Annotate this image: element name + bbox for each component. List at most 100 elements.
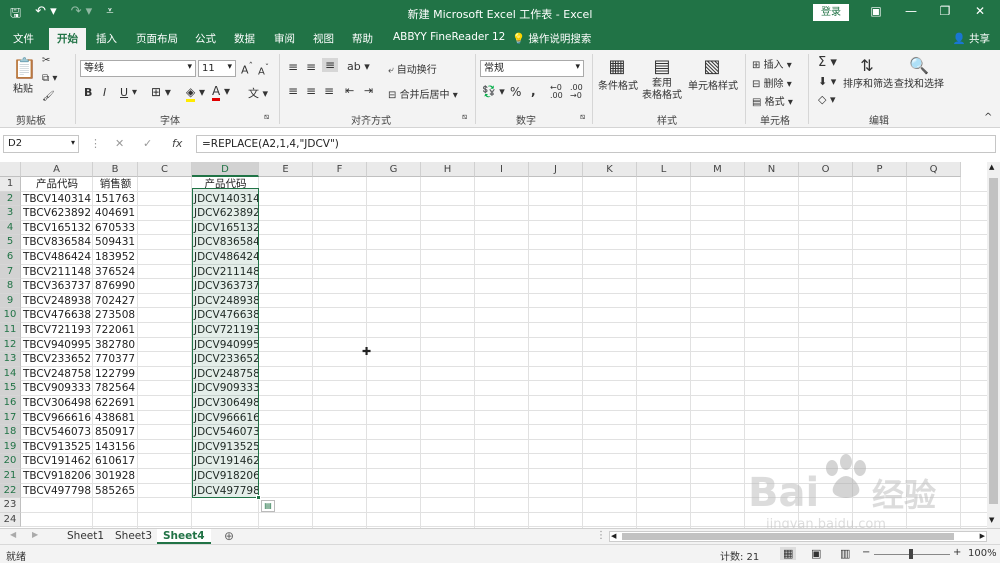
cell-b19[interactable]: 143156	[93, 440, 138, 455]
cell-a13[interactable]: TBCV233652	[21, 352, 93, 367]
cut-icon[interactable]: ✂	[42, 55, 50, 66]
bold-button[interactable]: B	[84, 86, 92, 99]
scroll-down-icon[interactable]: ▼	[989, 516, 994, 524]
cell-b16[interactable]: 622691	[93, 396, 138, 411]
column-header-q[interactable]: Q	[907, 162, 961, 177]
fill-color-icon[interactable]: ◈ ▾	[186, 85, 205, 102]
underline-button[interactable]: U	[120, 86, 128, 99]
cell-b3[interactable]: 404691	[93, 206, 138, 221]
cell-b22[interactable]: 585265	[93, 484, 138, 499]
decrease-indent-icon[interactable]: ⇤	[345, 84, 354, 97]
cell-b8[interactable]: 876990	[93, 279, 138, 294]
horizontal-scrollbar[interactable]: ◀ ▶	[609, 531, 987, 542]
cell-a4[interactable]: TBCV165132	[21, 221, 93, 236]
cell-b11[interactable]: 722061	[93, 323, 138, 338]
format-as-table-button[interactable]: ▤ 套用 表格格式	[640, 56, 684, 102]
normal-view-icon[interactable]: ▦	[780, 547, 797, 560]
select-all-corner[interactable]	[0, 162, 21, 177]
align-left-icon[interactable]: ≡	[288, 84, 298, 98]
cell-b12[interactable]: 382780	[93, 338, 138, 353]
next-sheet-icon[interactable]: ▶	[32, 530, 38, 539]
row-header-16[interactable]: 16	[0, 396, 21, 411]
enter-icon[interactable]: ✓	[143, 137, 152, 150]
cancel-icon[interactable]: ✕	[115, 137, 124, 150]
column-header-e[interactable]: E	[259, 162, 313, 177]
tab-formulas[interactable]: 公式	[195, 31, 216, 46]
cell-b9[interactable]: 702427	[93, 294, 138, 309]
row-header-11[interactable]: 11	[0, 323, 21, 338]
cell-a5[interactable]: TBCV836584	[21, 235, 93, 250]
autosum-button[interactable]: Σ ▾	[818, 55, 837, 70]
cell-a17[interactable]: TBCV966616	[21, 411, 93, 426]
column-header-n[interactable]: N	[745, 162, 799, 177]
insert-function-button[interactable]: fx	[172, 137, 182, 150]
row-header-15[interactable]: 15	[0, 381, 21, 396]
cell-a19[interactable]: TBCV913525	[21, 440, 93, 455]
comma-button[interactable]: ,	[531, 84, 536, 98]
tab-page-layout[interactable]: 页面布局	[136, 31, 178, 46]
cell-b1[interactable]: 销售额	[93, 177, 138, 192]
cell-a7[interactable]: TBCV211148	[21, 265, 93, 280]
scroll-right-icon[interactable]: ▶	[980, 532, 985, 540]
login-button[interactable]: 登录	[813, 4, 849, 21]
row-header-18[interactable]: 18	[0, 425, 21, 440]
cell-b4[interactable]: 670533	[93, 221, 138, 236]
sheet-tab-sheet4[interactable]: Sheet4	[157, 529, 211, 544]
italic-button[interactable]: I	[103, 86, 106, 99]
cell-b10[interactable]: 273508	[93, 308, 138, 323]
increase-font-icon[interactable]: Aˆ	[241, 61, 253, 77]
row-header-20[interactable]: 20	[0, 454, 21, 469]
merge-center-button[interactable]: ⊟ 合并后居中 ▾	[388, 86, 458, 101]
phonetic-icon[interactable]: 文 ▾	[248, 85, 268, 101]
align-top-icon[interactable]: ≡	[288, 60, 298, 74]
row-header-3[interactable]: 3	[0, 206, 21, 221]
prev-sheet-icon[interactable]: ◀	[10, 530, 16, 539]
percent-button[interactable]: %	[510, 85, 521, 99]
row-header-6[interactable]: 6	[0, 250, 21, 265]
cell-a20[interactable]: TBCV191462	[21, 454, 93, 469]
scroll-up-icon[interactable]: ▲	[989, 163, 994, 171]
align-bottom-icon[interactable]: ≡	[322, 58, 339, 72]
cell-a22[interactable]: TBCV497798	[21, 484, 93, 499]
row-header-5[interactable]: 5	[0, 235, 21, 250]
align-center-icon[interactable]: ≡	[306, 84, 316, 98]
currency-icon[interactable]: 💱 ▾	[482, 85, 505, 98]
dialog-launcher-icon[interactable]: ⧅	[462, 112, 467, 122]
row-header-10[interactable]: 10	[0, 308, 21, 323]
row-header-22[interactable]: 22	[0, 483, 21, 499]
cell-a15[interactable]: TBCV909333	[21, 381, 93, 396]
vertical-scrollbar[interactable]: ▲ ▼	[987, 162, 1000, 528]
cell-b20[interactable]: 610617	[93, 454, 138, 469]
row-header-13[interactable]: 13	[0, 352, 21, 367]
number-format-select[interactable]: 常规 ▾	[480, 60, 584, 77]
column-header-g[interactable]: G	[367, 162, 421, 177]
quick-analysis-icon[interactable]: ▤	[261, 500, 275, 512]
tab-abbyy[interactable]: ABBYY FineReader 12	[393, 31, 505, 43]
cell-b5[interactable]: 509431	[93, 235, 138, 250]
cell-a18[interactable]: TBCV546073	[21, 425, 93, 440]
cell-a21[interactable]: TBCV918206	[21, 469, 93, 484]
paste-button[interactable]: 📋 粘贴	[12, 56, 37, 95]
page-break-view-icon[interactable]: ▥	[840, 547, 850, 560]
worksheet-grid[interactable]: ABCDEFGHIJKLMNOPQ 1 2 3 4 5 6 7 8 9 10 11 12 13 14 15 1…	[0, 162, 987, 528]
fill-icon[interactable]: ⬇ ▾	[818, 75, 836, 88]
add-sheet-icon[interactable]: ⊕	[224, 529, 234, 543]
cell-a11[interactable]: TBCV721193	[21, 323, 93, 338]
tab-help[interactable]: 帮助	[352, 31, 373, 46]
sort-filter-button[interactable]: ⇅ 排序和筛选	[843, 56, 893, 90]
column-header-l[interactable]: L	[637, 162, 691, 177]
column-header-h[interactable]: H	[421, 162, 475, 177]
zoom-in-icon[interactable]: +	[953, 547, 961, 558]
zoom-level[interactable]: 100%	[968, 548, 997, 559]
wrap-text-button[interactable]: ⤶ 自动换行	[388, 61, 437, 76]
column-header-c[interactable]: C	[138, 162, 192, 177]
scroll-thumb[interactable]	[622, 533, 954, 540]
sheet-tab-sheet3[interactable]: Sheet3	[109, 529, 158, 544]
formula-input[interactable]: =REPLACE(A2,1,4,"JDCV")	[196, 135, 996, 153]
cell-a8[interactable]: TBCV363737	[21, 279, 93, 294]
delete-cells-button[interactable]: ⊟ 删除 ▾	[752, 75, 792, 90]
column-header-k[interactable]: K	[583, 162, 637, 177]
row-header-4[interactable]: 4	[0, 220, 21, 236]
column-header-i[interactable]: I	[475, 162, 529, 177]
cell-b7[interactable]: 376524	[93, 265, 138, 280]
